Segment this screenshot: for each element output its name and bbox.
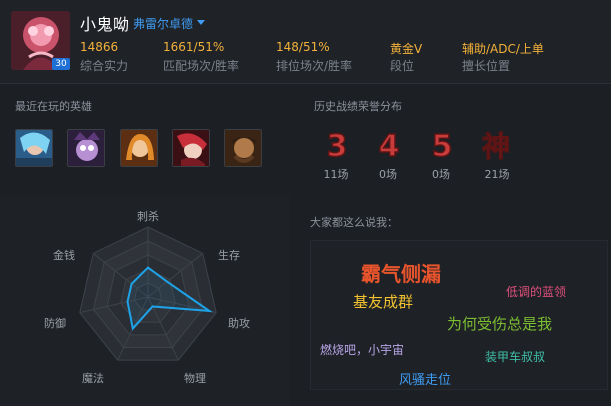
stat-match-label: 匹配场次/胜率 <box>163 59 240 73</box>
stat-tier-label: 段位 <box>390 59 415 73</box>
stat-ranked-value: 148/51% <box>276 40 330 54</box>
honor-4-icon: 4 <box>378 128 400 160</box>
honor-5-icon: 5 <box>431 128 453 160</box>
hero-icon[interactable] <box>120 129 158 167</box>
stat-position-value: 辅助/ADC/上单 <box>462 42 544 56</box>
radar-axis-label: 刺杀 <box>137 210 159 223</box>
honor-count: 11场 <box>323 168 349 181</box>
honor-count: 0场 <box>379 168 397 181</box>
stat-position-label: 擅长位置 <box>462 59 511 73</box>
comment-tag[interactable]: 基友成群 <box>353 291 413 312</box>
hero-icon[interactable] <box>172 129 210 167</box>
comment-word-cloud: 霸气侧漏 基友成群 低调的蓝领 为何受伤总是我 燃烧吧，小宇宙 装甲车叔叔 风骚… <box>310 240 608 390</box>
ability-radar-chart <box>79 226 217 361</box>
honor-god-icon: 神 <box>481 130 510 161</box>
radar-axis-label: 物理 <box>184 372 206 385</box>
player-name: 小鬼呦 <box>80 15 130 34</box>
honor-count: 0场 <box>432 168 450 181</box>
stat-match-value: 1661/51% <box>163 40 225 54</box>
honor-glyph: 神 <box>482 130 510 160</box>
stat-ranked-label: 排位场次/胜率 <box>276 59 353 73</box>
honor-3-icon: 3 <box>326 128 348 160</box>
server-selector[interactable]: 弗雷尔卓德 <box>133 15 193 32</box>
comment-tag[interactable]: 为何受伤总是我 <box>447 313 552 334</box>
chevron-down-icon[interactable] <box>197 20 205 25</box>
hero-icon[interactable] <box>224 129 262 167</box>
honor-glyph: 3 <box>327 129 348 160</box>
stat-power-label: 综合实力 <box>80 59 129 73</box>
player-profile-panel: 30 小鬼呦 弗雷尔卓德 14866 综合实力 1661/51% 匹配场次/胜率… <box>0 0 611 406</box>
radar-axis-label: 金钱 <box>53 249 75 262</box>
radar-axis-label: 生存 <box>218 249 240 262</box>
stat-power-value: 14866 <box>80 40 119 54</box>
radar-axis-label: 助攻 <box>228 317 250 330</box>
stat-tier-value: 黄金Ⅴ <box>390 42 423 56</box>
honor-count: 21场 <box>484 168 510 181</box>
comment-tag[interactable]: 风骚走位 <box>399 369 451 388</box>
level-badge: 30 <box>52 58 70 70</box>
comments-title: 大家都这么说我： <box>310 216 398 229</box>
comment-tag[interactable]: 霸气侧漏 <box>361 258 441 287</box>
hero-icon[interactable] <box>15 129 53 167</box>
ability-radar-panel: 刺杀 生存 助攻 物理 魔法 防御 金钱 <box>0 196 290 406</box>
comment-tag[interactable]: 燃烧吧，小宇宙 <box>320 341 404 358</box>
honor-glyph: 5 <box>432 129 453 160</box>
radar-axis-label: 魔法 <box>82 372 104 385</box>
recent-heroes-title: 最近在玩的英雄 <box>15 100 92 113</box>
honor-title: 历史战绩荣誉分布 <box>314 100 402 113</box>
hero-icon[interactable] <box>67 129 105 167</box>
profile-header: 30 小鬼呦 弗雷尔卓德 14866 综合实力 1661/51% 匹配场次/胜率… <box>0 0 611 84</box>
honor-glyph: 4 <box>379 129 400 160</box>
comment-tag[interactable]: 装甲车叔叔 <box>485 348 545 365</box>
comment-tag[interactable]: 低调的蓝领 <box>506 283 566 300</box>
radar-axis-label: 防御 <box>44 317 66 330</box>
